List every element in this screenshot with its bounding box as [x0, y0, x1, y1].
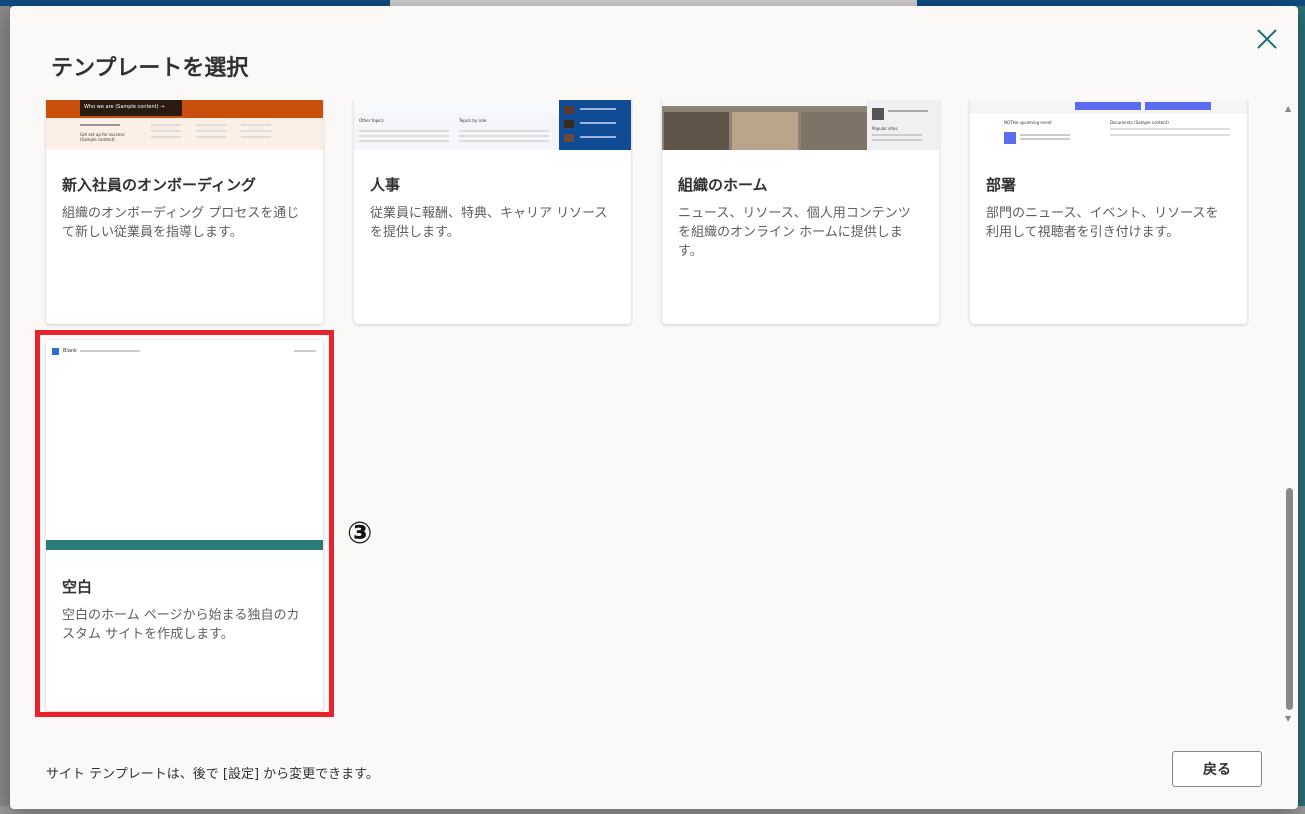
template-title: 組織のホーム	[678, 176, 768, 194]
thumb-text: Documents (Sample content)	[1110, 120, 1169, 125]
template-select-dialog: テンプレートを選択 Who we are (Sample content) → …	[10, 6, 1298, 809]
scroll-up-arrow-icon[interactable]: ▲	[1285, 104, 1291, 113]
template-thumbnail: Popular sites	[662, 100, 939, 150]
thumb-text: Get set up for success (Sample content)	[80, 132, 125, 142]
template-description: 従業員に報酬、特典、キャリア リソースを提供します。	[370, 206, 608, 240]
template-title: 人事	[370, 176, 401, 194]
thumb-text: Blank	[63, 348, 77, 354]
template-card-hr[interactable]: Other topics Topics by role 人事 従業員に報酬、特典…	[354, 100, 631, 324]
template-list: Who we are (Sample content) → Get set up…	[10, 100, 1298, 725]
footer-note: サイト テンプレートは、後で [設定] から変更できます。	[46, 767, 379, 782]
template-thumbnail: Who we are (Sample content) → Get set up…	[46, 100, 323, 150]
thumb-text: Topics by role	[459, 118, 487, 123]
thumb-text: NOTHe upcoming event	[1004, 120, 1052, 125]
close-icon	[1257, 29, 1277, 49]
template-title: 新入社員のオンボーディング	[62, 176, 256, 194]
template-title: 空白	[62, 578, 93, 596]
close-button[interactable]	[1254, 26, 1280, 52]
thumb-text: Who we are (Sample content) →	[84, 104, 165, 110]
template-card-organization-home[interactable]: Popular sites 組織のホーム ニュース、リソース、個人用コンテンツを…	[662, 100, 939, 324]
template-title: 部署	[986, 176, 1017, 194]
template-thumbnail: Other topics Topics by role	[354, 100, 631, 150]
template-description: 空白のホーム ページから始まる独自のカスタム サイトを作成します。	[62, 608, 300, 642]
dialog-title: テンプレートを選択	[51, 56, 249, 81]
scrollbar-thumb[interactable]	[1286, 488, 1293, 710]
step-annotation: ③	[347, 516, 373, 551]
thumb-text: Other topics	[359, 118, 384, 123]
scroll-down-arrow-icon[interactable]: ▼	[1285, 714, 1291, 723]
template-description: 組織のオンボーディング プロセスを通じて新しい従業員を指導します。	[62, 206, 300, 240]
template-thumbnail: NOTHe upcoming event Documents (Sample c…	[970, 100, 1247, 150]
template-description: 部門のニュース、イベント、リソースを利用して視聴者を引き付けます。	[986, 206, 1219, 240]
template-card-department[interactable]: NOTHe upcoming event Documents (Sample c…	[970, 100, 1247, 324]
thumb-text: Popular sites	[872, 126, 898, 131]
template-thumbnail: Blank	[46, 340, 323, 550]
template-card-blank[interactable]: Blank 空白 空白のホーム ページから始まる独自のカスタム サイトを作成しま…	[46, 340, 323, 711]
back-button[interactable]: 戻る	[1172, 751, 1262, 787]
background-left	[0, 6, 10, 814]
template-description: ニュース、リソース、個人用コンテンツを組織のオンライン ホームに提供します。	[678, 206, 911, 259]
template-card-onboarding[interactable]: Who we are (Sample content) → Get set up…	[46, 100, 323, 324]
